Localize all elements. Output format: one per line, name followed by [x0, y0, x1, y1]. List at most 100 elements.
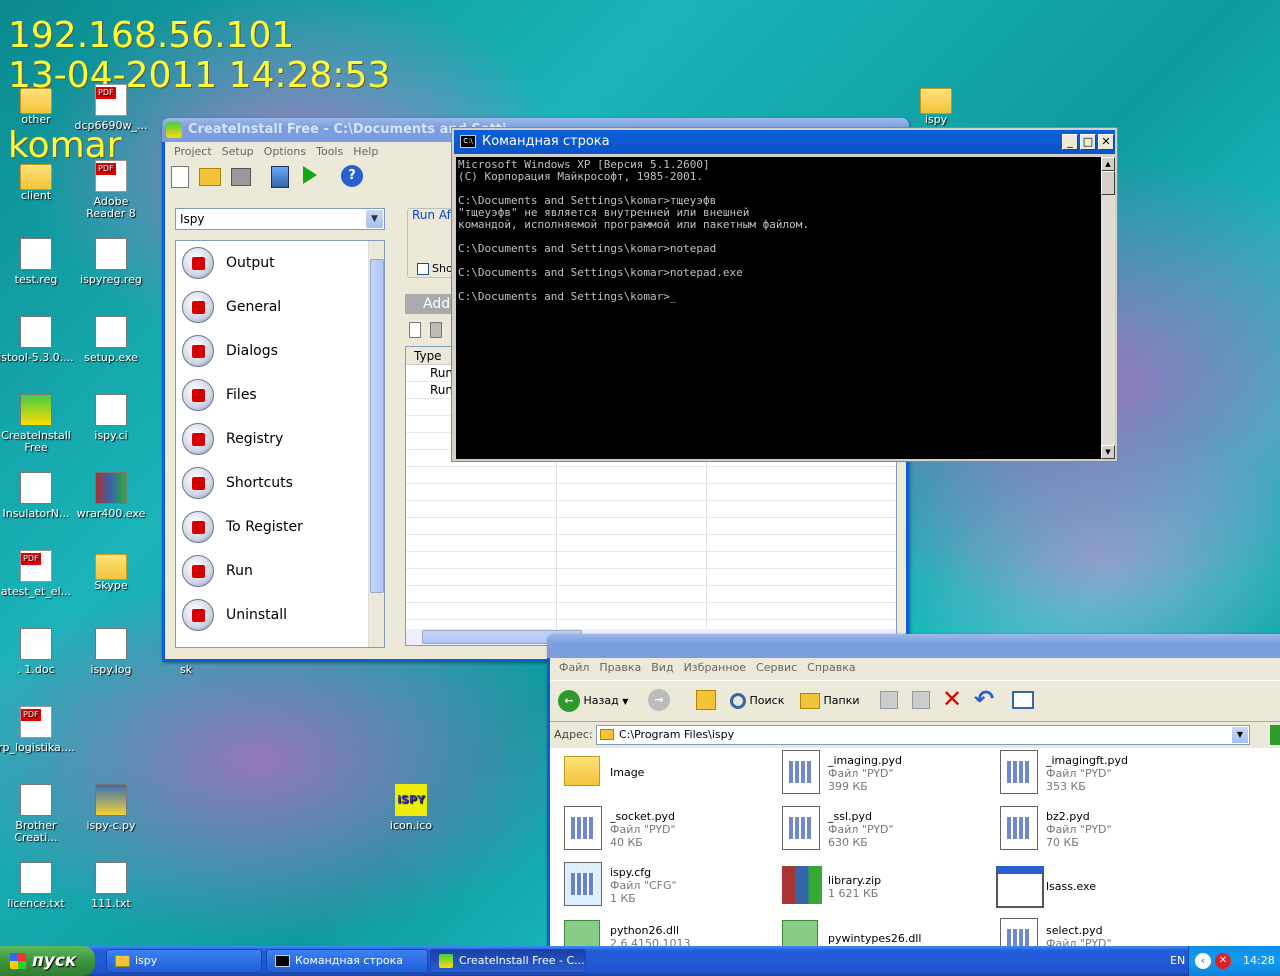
- open-folder-icon[interactable]: [199, 168, 221, 186]
- createinstall-toolbar: ?: [169, 162, 389, 194]
- console-output[interactable]: Microsoft Windows XP [Версия 5.1.2600] (C…: [456, 157, 1101, 459]
- new-file-icon[interactable]: [171, 166, 189, 188]
- desktop-icon-skype[interactable]: Skype: [73, 550, 149, 592]
- desktop-icon-adobe-reader[interactable]: Adobe Reader 8: [73, 160, 149, 220]
- save-icon[interactable]: [231, 168, 251, 186]
- desktop-icon-wrar[interactable]: wrar400.exe: [73, 472, 149, 520]
- help-icon[interactable]: ?: [341, 165, 363, 187]
- desktop-icon-ispyreg[interactable]: ispyreg.reg: [73, 238, 149, 286]
- build-icon[interactable]: [271, 166, 289, 188]
- desktop-icon-1doc[interactable]: . 1.doc: [0, 628, 74, 676]
- desktop-icon-label: Adobe Reader 8: [86, 195, 136, 220]
- views-icon[interactable]: [1012, 691, 1034, 709]
- explorer-titlebar[interactable]: [547, 634, 1280, 658]
- maximize-button[interactable]: □: [1080, 134, 1096, 150]
- desktop-icon-setup[interactable]: setup.exe: [73, 316, 149, 364]
- desktop-icon-ispy-ci[interactable]: ispy.ci: [73, 394, 149, 442]
- delete-icon[interactable]: ✕: [942, 685, 962, 713]
- run-icon[interactable]: [303, 166, 317, 184]
- desktop-icon-ispy-c-py[interactable]: ispy-c.py: [73, 784, 149, 832]
- new-item-icon[interactable]: [409, 322, 421, 338]
- desktop-icon-licence[interactable]: licence.txt: [0, 862, 74, 910]
- windows-logo-icon: [10, 953, 26, 969]
- go-arrow-icon[interactable]: [1270, 725, 1280, 745]
- text-file-icon: [95, 862, 127, 894]
- security-alert-icon[interactable]: ✕: [1215, 953, 1231, 969]
- move-to-icon[interactable]: [880, 691, 898, 709]
- start-button[interactable]: пуск: [0, 946, 95, 976]
- sidebar-item-shortcuts[interactable]: Shortcuts: [176, 461, 366, 505]
- desktop-icon-insulator[interactable]: InsulatorN...: [0, 472, 74, 520]
- address-input[interactable]: C:\Program Files\ispy ▼: [596, 725, 1250, 745]
- menu-help[interactable]: Справка: [807, 661, 855, 674]
- menu-view[interactable]: Вид: [651, 661, 673, 674]
- back-button[interactable]: ← Назад ▼: [558, 689, 628, 714]
- desktop-icon-ispy-folder[interactable]: ispy: [898, 84, 974, 126]
- file-size: 630 КБ: [828, 836, 868, 849]
- desktop-icon-rp-logistika[interactable]: rp_logistika....: [0, 706, 75, 754]
- menu-tools[interactable]: Tools: [316, 145, 343, 158]
- sidebar-item-registry[interactable]: Registry: [176, 417, 366, 461]
- sidebar-item-uninstall[interactable]: Uninstall: [176, 593, 366, 637]
- undo-icon[interactable]: ↶: [974, 685, 994, 713]
- task-createinstall[interactable]: CreateInstall Free - C...: [430, 949, 586, 973]
- cmd-titlebar[interactable]: C:\ Командная строка _ □ ✕: [454, 130, 1115, 154]
- folder-icon: [115, 955, 130, 967]
- menu-edit[interactable]: Правка: [599, 661, 641, 674]
- desktop-icon-icon-ico[interactable]: iSPY icon.ico: [373, 784, 449, 832]
- chevron-down-icon[interactable]: ▼: [622, 697, 628, 706]
- language-indicator[interactable]: EN: [1170, 946, 1185, 976]
- tray-expand-icon[interactable]: ‹: [1195, 953, 1211, 969]
- menu-file[interactable]: Файл: [559, 661, 589, 674]
- desktop-icon-test-reg[interactable]: test.reg: [0, 238, 74, 286]
- sidebar-item-to-register[interactable]: To Register: [176, 505, 366, 549]
- menu-setup[interactable]: Setup: [222, 145, 254, 158]
- copy-to-icon[interactable]: [912, 691, 930, 709]
- desktop-icon-dcp[interactable]: dcp6690w_...: [73, 84, 149, 132]
- desktop-icon-ispy-log[interactable]: ispy.log: [73, 628, 149, 676]
- menu-project[interactable]: Project: [174, 145, 212, 158]
- menu-help[interactable]: Help: [353, 145, 378, 158]
- cmd-app-icon: C:\: [460, 135, 476, 148]
- sidebar-item-output[interactable]: Output: [176, 241, 366, 285]
- pyd-file-icon: [782, 750, 820, 794]
- desktop-icon-label: InsulatorN...: [2, 507, 70, 520]
- column-type: Type: [414, 349, 442, 363]
- up-folder-icon[interactable]: [696, 690, 716, 710]
- sidebar-item-run[interactable]: Run: [176, 549, 366, 593]
- search-button[interactable]: Поиск: [730, 689, 784, 713]
- minimize-button[interactable]: _: [1062, 134, 1078, 150]
- scrollbar-thumb[interactable]: [1101, 171, 1115, 195]
- task-ispy[interactable]: ispy: [106, 949, 262, 973]
- desktop-icon-atest[interactable]: atest_et_el...: [0, 550, 74, 598]
- desktop-icon-other[interactable]: other: [0, 84, 74, 126]
- desktop-icon-client[interactable]: client: [0, 160, 74, 202]
- chevron-down-icon[interactable]: ▼: [366, 210, 383, 228]
- console-scrollbar[interactable]: ▲ ▼: [1101, 157, 1115, 459]
- close-button[interactable]: ✕: [1098, 134, 1114, 150]
- project-select[interactable]: Ispy ▼: [175, 208, 385, 230]
- folders-button[interactable]: Папки: [800, 689, 860, 713]
- menu-options[interactable]: Options: [264, 145, 306, 158]
- scroll-up-icon[interactable]: ▲: [1101, 157, 1115, 171]
- menu-tools[interactable]: Сервис: [756, 661, 797, 674]
- menu-favorites[interactable]: Избранное: [684, 661, 746, 674]
- desktop-icon-brother[interactable]: Brother Creati...: [0, 784, 74, 844]
- scroll-down-icon[interactable]: ▼: [1101, 445, 1115, 459]
- copy-item-icon[interactable]: [430, 322, 442, 338]
- clock[interactable]: 14:28: [1243, 946, 1275, 976]
- sidebar-item-files[interactable]: Files: [176, 373, 366, 417]
- scrollbar-thumb[interactable]: [370, 259, 384, 593]
- desktop-icon-sk[interactable]: sk: [148, 664, 224, 676]
- desktop-icon-createinstall[interactable]: CreateInstall Free: [0, 394, 74, 454]
- checkbox-icon[interactable]: [417, 263, 429, 275]
- file-name: select.pyd: [1046, 924, 1103, 937]
- desktop-icon-111[interactable]: 111.txt: [73, 862, 149, 910]
- sidebar-scrollbar[interactable]: [368, 241, 384, 647]
- sidebar-item-general[interactable]: General: [176, 285, 366, 329]
- task-cmd[interactable]: Командная строка: [266, 949, 428, 973]
- forward-arrow-icon[interactable]: →: [648, 689, 670, 711]
- desktop-icon-istool[interactable]: istool-5.3.0....: [0, 316, 74, 364]
- chevron-down-icon[interactable]: ▼: [1232, 727, 1248, 743]
- sidebar-item-dialogs[interactable]: Dialogs: [176, 329, 366, 373]
